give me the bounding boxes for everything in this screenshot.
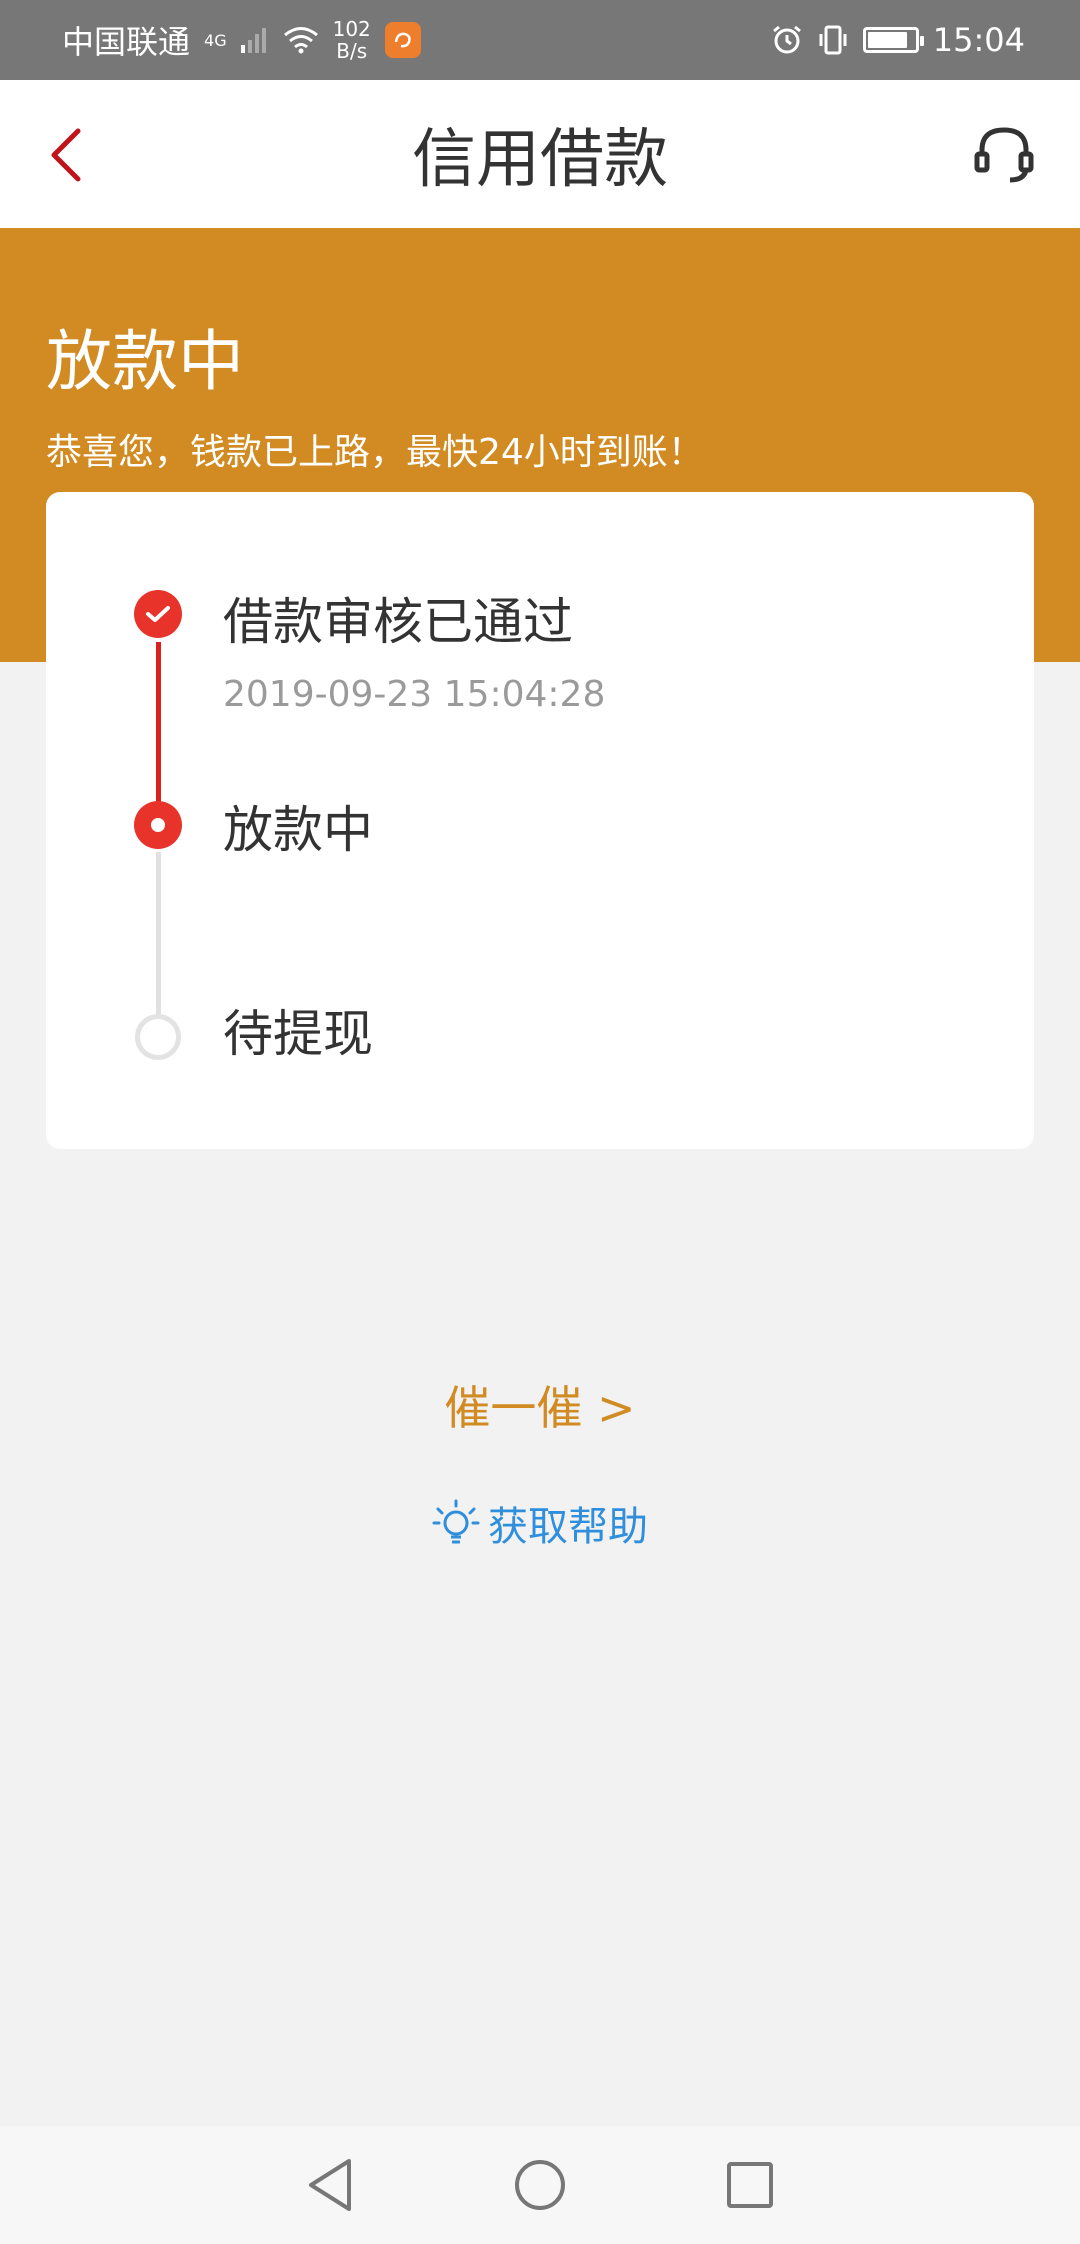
step-active-icon <box>134 801 182 849</box>
banner-subtitle: 恭喜您，钱款已上路，最快24小时到账！ <box>46 432 704 473</box>
circle-home-icon <box>515 2160 565 2210</box>
get-help-link[interactable]: 获取帮助 <box>0 1494 1080 1552</box>
progress-line-completed <box>156 642 161 817</box>
checkmark-icon <box>146 606 170 622</box>
status-right: 15:04 <box>771 21 1025 59</box>
progress-card: 借款审核已通过 2019-09-23 15:04:28 放款中 待提现 <box>46 492 1034 1149</box>
back-arrow-icon <box>51 128 81 182</box>
app-header: 信用借款 <box>0 80 1080 228</box>
status-bar: 中国联通 4G 102 B/s 15:04 <box>0 0 1080 80</box>
step-3-label: 待提现 <box>223 1005 373 1063</box>
triangle-back-icon <box>309 2159 351 2211</box>
lightbulb-icon <box>432 1499 480 1544</box>
customer-service-button[interactable] <box>968 118 1040 190</box>
system-nav-bar <box>0 2126 1080 2244</box>
back-button[interactable] <box>36 120 96 190</box>
headset-icon <box>974 127 1034 183</box>
uc-browser-icon <box>384 22 421 58</box>
step-2-label: 放款中 <box>223 801 373 859</box>
step-pending-icon <box>135 1014 181 1060</box>
speed-unit: B/s <box>336 39 368 63</box>
urge-button[interactable]: 催一催 > <box>0 1372 1080 1438</box>
status-left: 中国联通 4G 102 B/s <box>62 17 421 63</box>
nav-home-button[interactable] <box>510 2155 570 2215</box>
battery-icon <box>862 27 924 53</box>
network-speed: 102 B/s <box>333 18 371 62</box>
step-1-label: 借款审核已通过 <box>223 593 573 651</box>
carrier-name: 中国联通 <box>62 23 191 61</box>
step-done-icon <box>134 590 182 638</box>
vibrate-icon <box>819 25 847 55</box>
wifi-icon <box>283 27 318 54</box>
banner-title: 放款中 <box>46 323 244 400</box>
page-title: 信用借款 <box>412 123 668 197</box>
alarm-icon <box>772 25 801 54</box>
get-help-label: 获取帮助 <box>488 1504 648 1550</box>
nav-recents-button[interactable] <box>720 2155 780 2215</box>
nav-back-button[interactable] <box>300 2155 360 2215</box>
square-recents-icon <box>727 2162 773 2208</box>
step-1-time: 2019-09-23 15:04:28 <box>223 674 606 715</box>
signal-icon <box>240 28 266 53</box>
network-type: 4G <box>204 31 227 50</box>
speed-value: 102 <box>332 17 371 41</box>
clock-time: 15:04 <box>932 21 1025 59</box>
progress-line-pending <box>156 852 161 1017</box>
